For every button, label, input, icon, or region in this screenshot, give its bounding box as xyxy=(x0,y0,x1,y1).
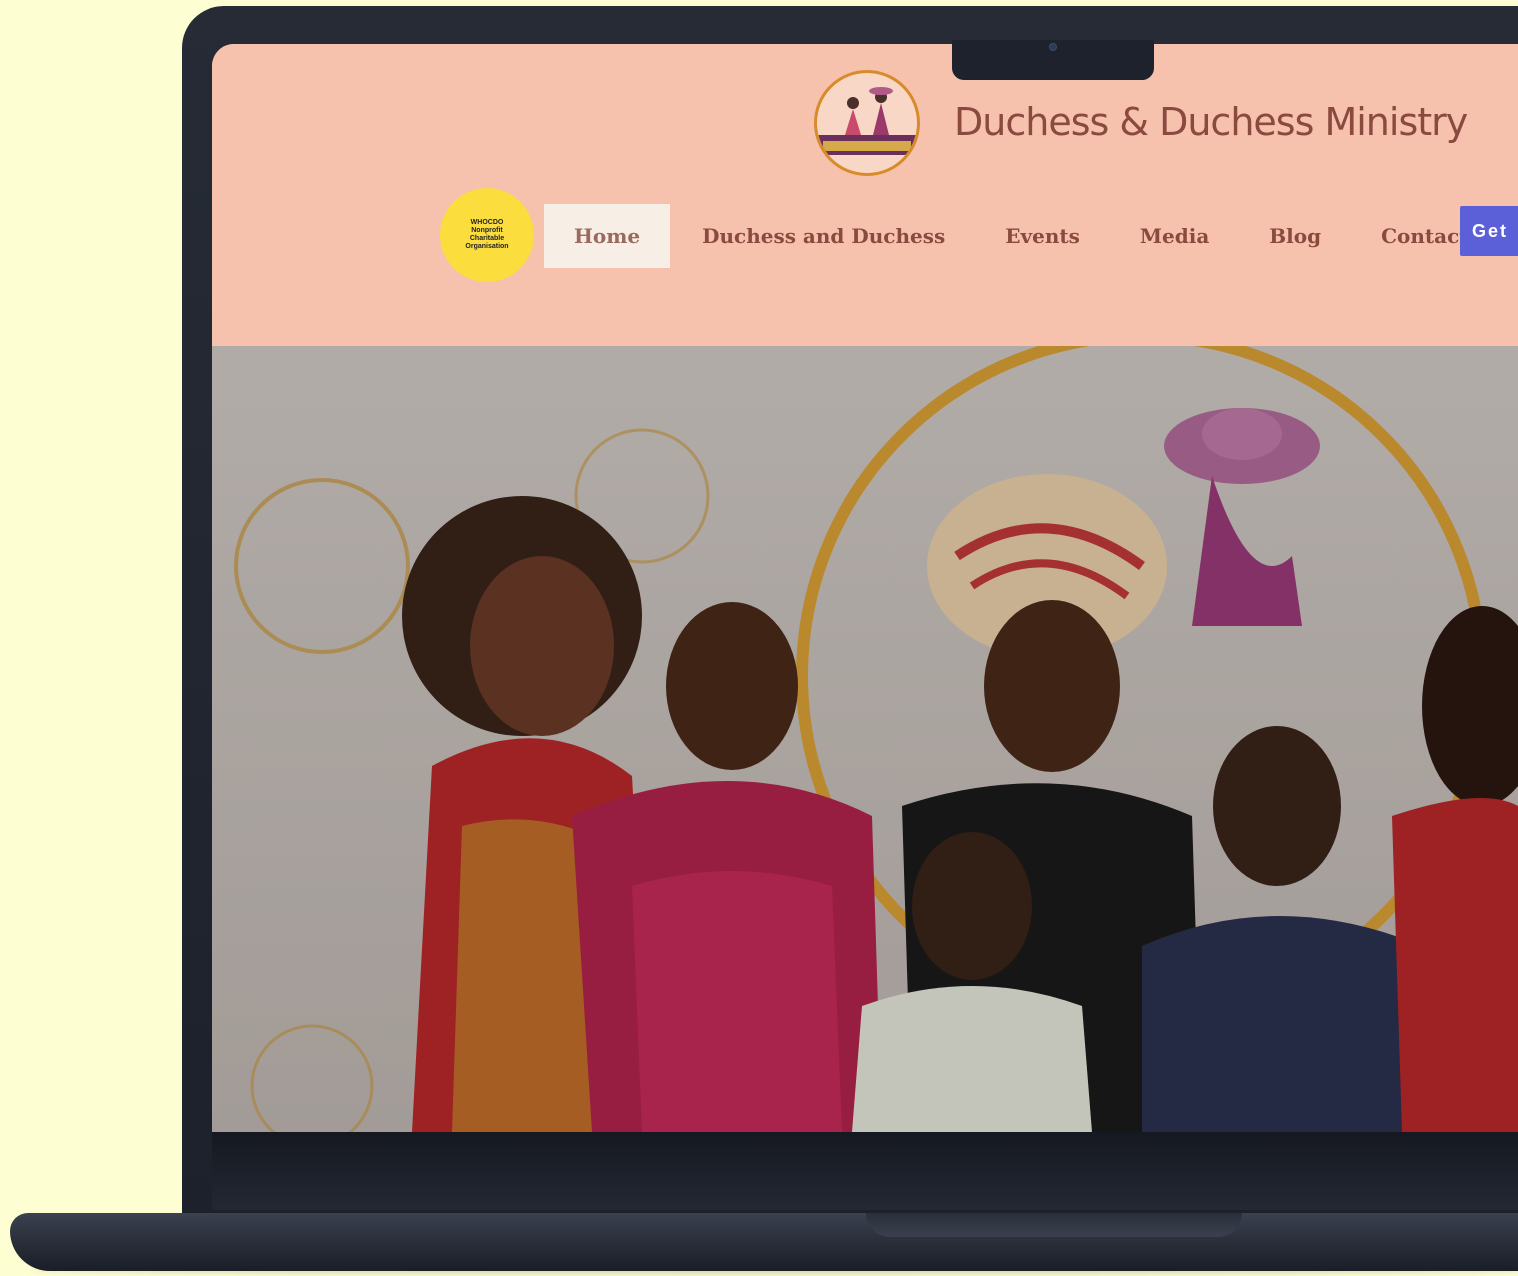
hero-overlay xyxy=(212,346,1518,1132)
camera-icon xyxy=(1049,43,1057,51)
nav-blog[interactable]: Blog xyxy=(1239,204,1351,268)
nav-events[interactable]: Events xyxy=(975,204,1110,268)
get-involved-button[interactable]: Get xyxy=(1460,206,1518,256)
laptop-opening-notch xyxy=(866,1213,1242,1237)
badge-text: WHOCDO Nonprofit Charitable Organisation xyxy=(465,219,509,250)
camera-notch xyxy=(952,40,1154,80)
hero-image xyxy=(212,346,1518,1132)
nav-media[interactable]: Media xyxy=(1110,204,1239,268)
nav-duchess-and-duchess[interactable]: Duchess and Duchess xyxy=(672,204,975,268)
brand-name[interactable]: Duchess & Duchess Ministry xyxy=(954,100,1468,144)
laptop-bezel-bottom xyxy=(212,1130,1518,1210)
site-header: Duchess & Duchess Ministry WHOCDO Nonpro… xyxy=(212,44,1518,346)
laptop-base xyxy=(10,1213,1518,1271)
brand-logo[interactable] xyxy=(814,70,920,176)
logo-illustration-icon xyxy=(817,87,917,155)
nonprofit-badge: WHOCDO Nonprofit Charitable Organisation xyxy=(440,188,534,282)
main-nav: Home Duchess and Duchess Events Media Bl… xyxy=(544,204,1499,268)
screen: Duchess & Duchess Ministry WHOCDO Nonpro… xyxy=(212,44,1518,1132)
nav-home[interactable]: Home xyxy=(544,204,671,268)
